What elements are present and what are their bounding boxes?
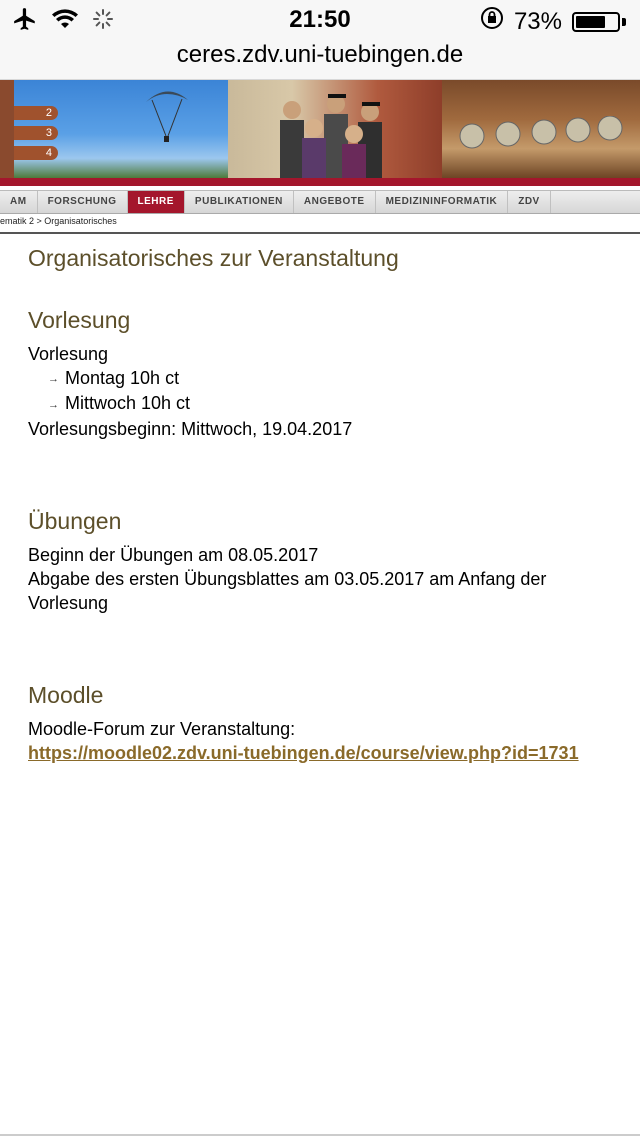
battery-tip — [622, 17, 626, 26]
moodle-link[interactable]: https://moodle02.zdv.uni-tuebingen.de/co… — [28, 743, 579, 763]
nav-tab-forschung[interactable]: FORSCHUNG — [38, 191, 128, 213]
lecture-start-date: Vorlesungsbeginn: Mittwoch, 19.04.2017 — [28, 418, 353, 439]
banner-image-paraglider: 2 3 4 — [14, 80, 228, 178]
section-heading-vorlesung: Vorlesung — [28, 307, 131, 333]
lecture-slot-monday: Montag 10h ct — [65, 368, 180, 388]
banner-image-edge — [0, 80, 14, 178]
signpost-2: 2 — [14, 106, 58, 120]
nav-tab-am[interactable]: AM — [0, 191, 38, 213]
banner-image-machine — [442, 80, 640, 178]
exercise-submission: Abgabe des ersten Übungsblattes am 03.05… — [28, 568, 547, 613]
vorlesung-intro: Vorlesung — [28, 344, 109, 364]
section-heading-moodle: Moodle — [28, 681, 104, 708]
status-bar: 21:50 73% — [0, 0, 640, 40]
main-content: Organisatorisches zur Veranstaltung Vorl… — [28, 242, 628, 765]
url-bar[interactable]: ceres.zdv.uni-tuebingen.de — [0, 40, 640, 80]
header-banner: 2 3 4 — [0, 80, 640, 178]
nav-tab-angebote[interactable]: ANGEBOTE — [294, 191, 376, 213]
section-heading-uebungen: Übungen — [28, 507, 122, 534]
list-item: → Mittwoch 10h ct — [28, 391, 628, 416]
battery-icon — [572, 11, 620, 32]
orientation-lock-icon — [480, 6, 504, 37]
arrow-right-icon: → — [48, 373, 59, 386]
arrow-right-icon: → — [48, 398, 59, 411]
nav-tab-medizininformatik[interactable]: MEDIZININFORMATIK — [376, 191, 509, 213]
moodle-text: Moodle-Forum zur Veranstaltung: — [28, 718, 296, 739]
exercise-start: Beginn der Übungen am 08.05.2017 — [28, 544, 319, 565]
nav-tab-zdv[interactable]: ZDV — [508, 191, 551, 213]
url-text[interactable]: ceres.zdv.uni-tuebingen.de — [177, 41, 463, 68]
main-navigation: AM FORSCHUNG LEHRE PUBLIKATIONEN ANGEBOT… — [0, 190, 640, 214]
page-title: Organisatorisches zur Veranstaltung — [28, 245, 399, 271]
breadcrumb[interactable]: ematik 2 > Organisatorisches — [0, 216, 117, 226]
signpost-4: 4 — [14, 146, 58, 160]
list-item: → Montag 10h ct — [28, 366, 628, 391]
banner-image-graduates — [228, 80, 442, 178]
paraglider-icon — [146, 91, 188, 142]
divider — [0, 232, 640, 234]
nav-tab-lehre[interactable]: LEHRE — [127, 191, 185, 213]
signpost-3: 3 — [14, 126, 58, 140]
battery-percent: 73% — [513, 7, 562, 35]
nav-tab-publikationen[interactable]: PUBLIKATIONEN — [185, 191, 294, 213]
header-accent-bar — [0, 178, 640, 186]
lecture-slot-wednesday: Mittwoch 10h ct — [65, 393, 191, 414]
